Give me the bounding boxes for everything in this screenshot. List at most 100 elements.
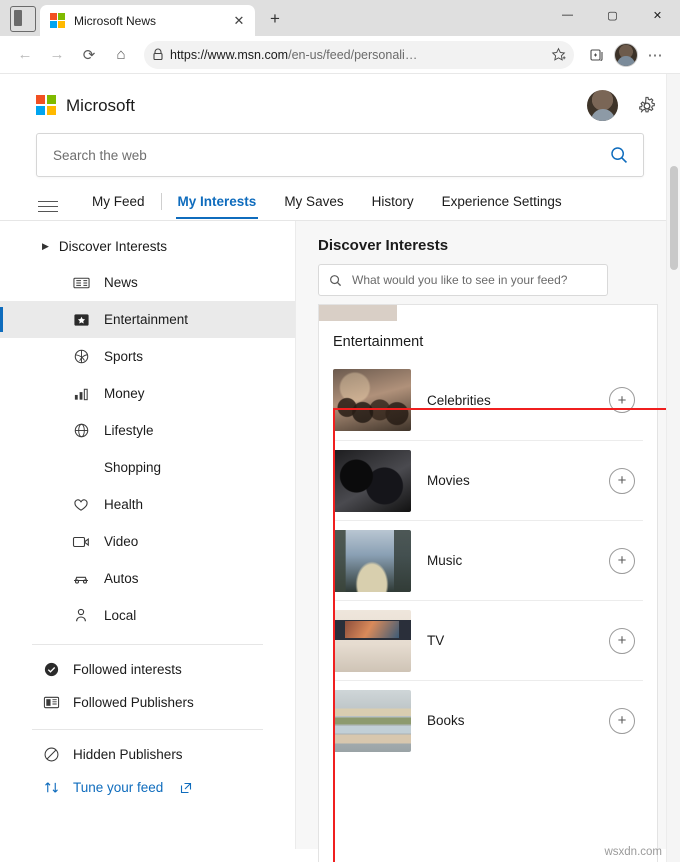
card-thumbnail [319, 305, 397, 321]
list-item-label: TV [427, 633, 609, 648]
profile-avatar[interactable] [614, 43, 638, 67]
sidebar-item-label: Money [104, 386, 145, 401]
sidebar-item-video[interactable]: Video [0, 523, 295, 560]
plus-circle-icon[interactable]: + [609, 628, 635, 654]
nav-divider [161, 193, 162, 210]
watermark: wsxdn.com [604, 846, 662, 858]
discover-pane: Discover Interests Entertainment Celebri… [296, 221, 680, 849]
sidebar-hidden-publishers[interactable]: Hidden Publishers [0, 738, 295, 771]
tv-thumbnail [333, 610, 411, 672]
sidebar-item-label: Local [104, 608, 136, 623]
collections-icon[interactable] [582, 40, 612, 70]
new-tab-button[interactable]: + [261, 5, 289, 33]
minimize-button[interactable]: — [545, 0, 590, 30]
sidebar-item-local[interactable]: Local [0, 597, 295, 634]
list-item[interactable]: Books + [333, 680, 643, 760]
sidebar-item-entertainment[interactable]: Entertainment [0, 301, 295, 338]
close-window-button[interactable]: ✕ [635, 0, 680, 30]
shopping-icon [72, 459, 90, 477]
scrollbar-thumb[interactable] [670, 166, 678, 270]
star-icon[interactable] [551, 47, 566, 62]
sidebar-item-sports[interactable]: Sports [0, 338, 295, 375]
user-avatar[interactable] [587, 90, 618, 121]
list-item-label: Books [427, 713, 609, 728]
sidebar-item-label: Autos [104, 571, 139, 586]
search-icon[interactable] [609, 145, 629, 165]
globe-icon [72, 422, 90, 440]
plus-circle-icon[interactable]: + [609, 387, 635, 413]
list-item[interactable]: Celebrities + [333, 360, 643, 440]
home-button[interactable]: ⌂ [106, 40, 136, 70]
sidebar-item-lifestyle[interactable]: Lifestyle [0, 412, 295, 449]
brand-label: Microsoft [66, 96, 135, 116]
gear-icon[interactable] [636, 95, 658, 117]
forward-button[interactable]: → [42, 40, 72, 70]
sidebar-discover-interests[interactable]: ▶ Discover Interests [0, 235, 295, 264]
sidebar-item-label: Followed interests [73, 662, 182, 677]
microsoft-logo-icon [36, 95, 57, 116]
tab-history[interactable]: History [358, 194, 428, 219]
plus-circle-icon[interactable]: + [609, 468, 635, 494]
sidebar-followed-interests[interactable]: Followed interests [0, 653, 295, 686]
list-item[interactable]: Movies + [333, 440, 643, 520]
publishers-icon [42, 694, 60, 712]
lock-icon [152, 48, 164, 61]
discover-search-input[interactable] [350, 272, 597, 288]
microsoft-brand[interactable]: Microsoft [36, 95, 135, 116]
plus-circle-icon[interactable]: + [609, 548, 635, 574]
address-bar[interactable]: https://www.msn.com/en-us/feed/personali… [144, 41, 574, 69]
tab-title: Microsoft News [74, 14, 223, 28]
car-icon [72, 570, 90, 588]
basketball-icon [72, 348, 90, 366]
sidebar-item-label: Entertainment [104, 312, 188, 327]
list-item-label: Celebrities [427, 393, 609, 408]
entertainment-list: Celebrities + Movies + Music + [319, 360, 657, 760]
sidebar-item-label: Lifestyle [104, 423, 154, 438]
list-item[interactable]: Music + [333, 520, 643, 600]
discover-search-box[interactable] [318, 264, 608, 296]
plus-circle-icon[interactable]: + [609, 708, 635, 734]
discover-title: Discover Interests [318, 237, 658, 254]
sidebar-item-label: Shopping [104, 460, 161, 475]
sidebar-divider-2 [32, 729, 263, 730]
music-thumbnail [333, 530, 411, 592]
msn-header: Microsoft [0, 74, 680, 131]
close-tab-icon[interactable]: ✕ [231, 13, 247, 29]
sidebar-item-label: News [104, 275, 138, 290]
microsoft-logo-icon [50, 13, 66, 29]
tab-my-feed[interactable]: My Feed [78, 194, 159, 219]
back-button[interactable]: ← [10, 40, 40, 70]
block-circle-icon [42, 746, 60, 764]
browser-tab[interactable]: Microsoft News ✕ [40, 5, 255, 36]
tab-my-interests[interactable]: My Interests [164, 194, 271, 219]
tab-experience-settings[interactable]: Experience Settings [428, 194, 576, 219]
tab-my-saves[interactable]: My Saves [270, 194, 357, 219]
sidebar-item-label: Health [104, 497, 143, 512]
sidebar-item-shopping[interactable]: Shopping [0, 449, 295, 486]
newspaper-icon [72, 274, 90, 292]
magnifier-icon [329, 274, 342, 287]
star-badge-icon [72, 311, 90, 329]
sidebar-discover-label: Discover Interests [59, 239, 167, 254]
celebrities-thumbnail [333, 369, 411, 431]
web-search-bar[interactable] [36, 133, 644, 177]
sidebar-tune-your-feed[interactable]: Tune your feed [0, 771, 295, 804]
sidebar-item-label: Tune your feed [73, 780, 163, 795]
maximize-button[interactable]: ▢ [590, 0, 635, 30]
list-item[interactable]: TV + [333, 600, 643, 680]
sidebar-followed-publishers[interactable]: Followed Publishers [0, 686, 295, 719]
sidebar-item-health[interactable]: Health [0, 486, 295, 523]
sidebar-item-label: Video [104, 534, 138, 549]
page-scrollbar[interactable] [666, 74, 680, 862]
sidebar-divider [32, 644, 263, 645]
hamburger-menu-icon[interactable] [36, 198, 62, 216]
sidebar-item-money[interactable]: Money [0, 375, 295, 412]
interests-sidebar: ▶ Discover Interests News Entertainment [0, 221, 296, 849]
search-input[interactable] [51, 147, 609, 164]
caret-right-icon[interactable]: ▶ [42, 241, 49, 252]
sidebar-item-news[interactable]: News [0, 264, 295, 301]
url-host: https://www.msn.com [170, 48, 288, 62]
reload-button[interactable]: ⟳ [74, 40, 104, 70]
sidebar-item-autos[interactable]: Autos [0, 560, 295, 597]
more-options-button[interactable]: ⋯ [640, 40, 670, 70]
